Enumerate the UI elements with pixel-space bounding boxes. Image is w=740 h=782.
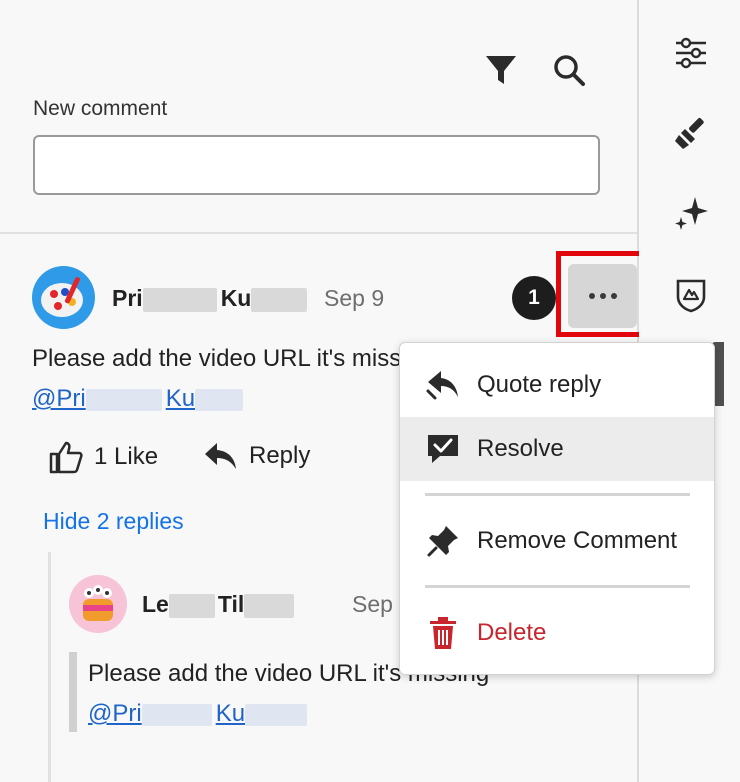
quote-reply-icon: [425, 367, 461, 403]
badge-icon[interactable]: [668, 272, 714, 318]
section-divider: [0, 232, 637, 234]
redacted-name: [195, 388, 244, 411]
menu-item-label: Quote reply: [477, 371, 602, 398]
reply-label: Reply: [249, 442, 311, 469]
redacted-name: [142, 287, 217, 312]
brush-icon[interactable]: [668, 110, 714, 156]
new-comment-input[interactable]: [33, 135, 600, 195]
reply-thread-line: [48, 552, 51, 782]
redacted-name: [245, 703, 308, 726]
redacted-name: [168, 593, 215, 618]
reply-date: Sep: [352, 591, 393, 617]
pin-icon: [425, 523, 461, 559]
notification-badge: 1: [512, 276, 556, 320]
menu-item-label: Remove Comment: [477, 527, 678, 554]
reply-button[interactable]: Reply: [203, 440, 310, 472]
comment-mention[interactable]: @Pri Ku: [32, 385, 244, 413]
like-button[interactable]: 1 Like: [48, 440, 158, 474]
redacted-name: [141, 703, 212, 726]
quote-bar: [69, 652, 77, 732]
avatar: [69, 575, 127, 633]
redacted-name: [244, 593, 295, 618]
menu-item-quote-reply[interactable]: Quote reply: [400, 353, 714, 417]
comment-body: Please add the video URL it's missi: [32, 345, 407, 372]
search-icon[interactable]: [549, 50, 589, 90]
resolve-icon: [425, 431, 461, 467]
new-comment-label: New comment: [33, 97, 168, 120]
menu-item-resolve[interactable]: Resolve: [400, 417, 714, 481]
reply-author: Le Til: [142, 591, 295, 618]
sliders-icon[interactable]: [668, 30, 714, 76]
reply-icon: [205, 443, 236, 469]
menu-separator: [425, 493, 690, 496]
menu-item-label: Delete: [477, 619, 547, 646]
menu-item-delete[interactable]: Delete: [400, 601, 714, 665]
context-menu: Quote reply Resolve Remove Comment Delet…: [399, 342, 715, 675]
menu-item-remove-comment[interactable]: Remove Comment: [400, 509, 714, 573]
trash-icon: [425, 615, 461, 651]
hide-replies-link[interactable]: Hide 2 replies: [43, 508, 184, 535]
menu-separator: [425, 585, 690, 588]
reply-mention[interactable]: @Pri Ku: [88, 700, 308, 728]
avatar: [32, 266, 95, 329]
filter-icon[interactable]: [481, 50, 521, 90]
sparkle-icon[interactable]: [668, 190, 714, 236]
redacted-name: [85, 388, 162, 411]
thumbs-up-icon: [49, 441, 83, 474]
menu-item-label: Resolve: [477, 435, 564, 462]
comment-author: Pri Ku: [112, 285, 308, 312]
redacted-name: [251, 287, 308, 312]
comment-date: Sep 9: [324, 285, 385, 311]
like-label: 1 Like: [94, 443, 159, 470]
